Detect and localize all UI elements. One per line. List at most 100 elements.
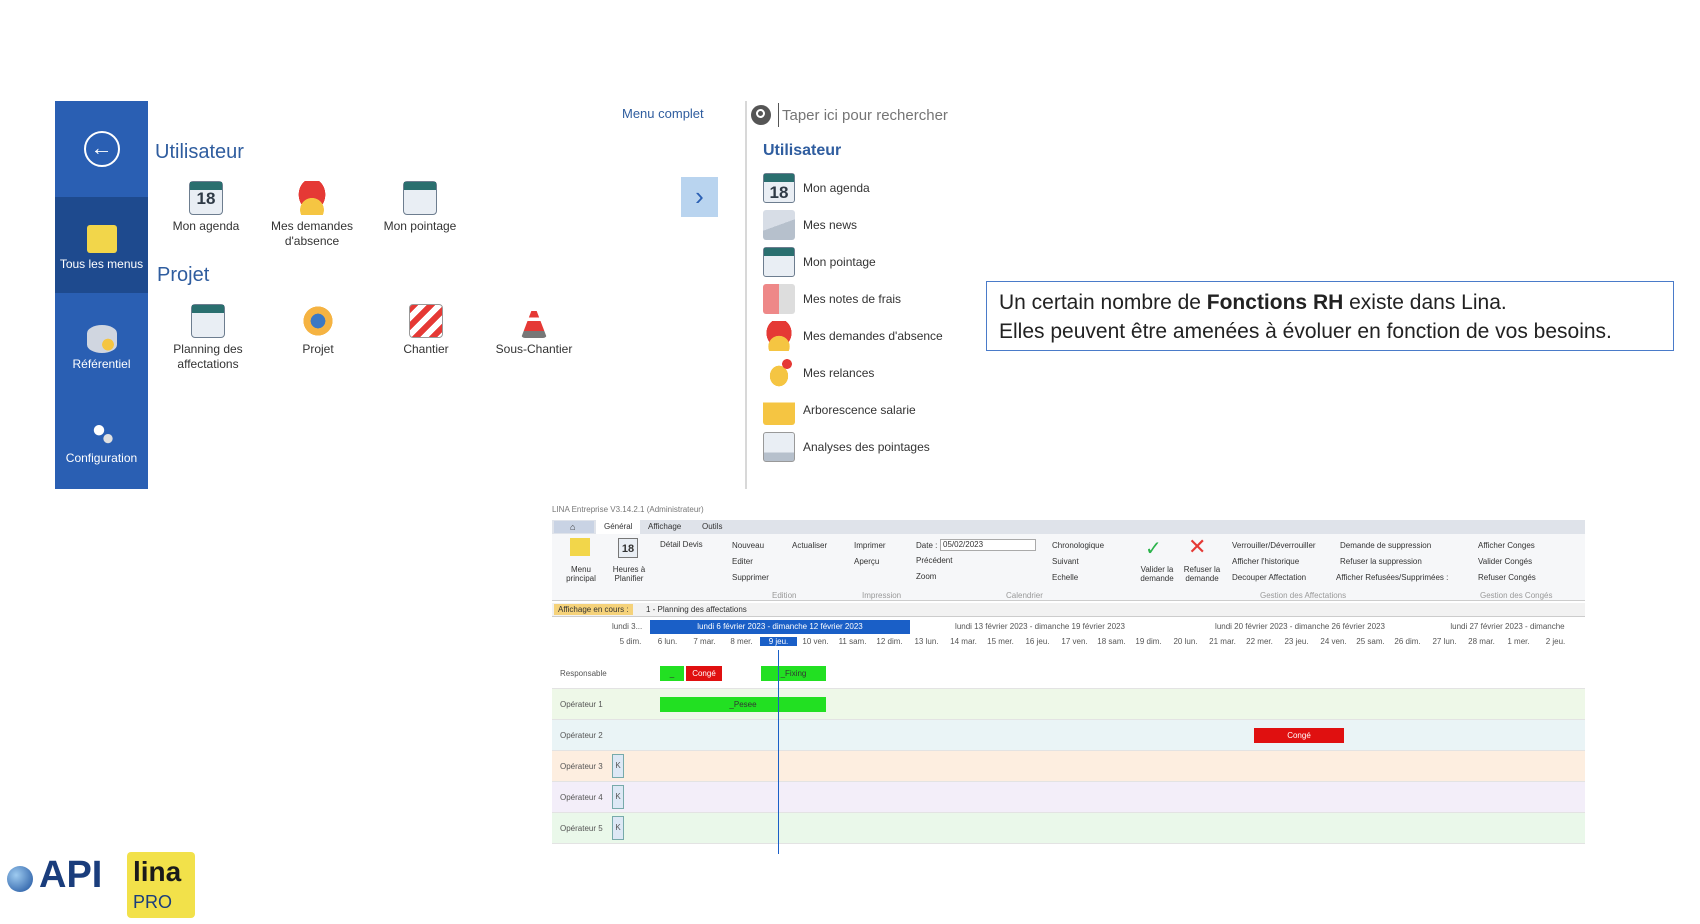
suivant-button[interactable]: Suivant	[1052, 557, 1079, 566]
nav-item-referentiel[interactable]: Référentiel	[55, 325, 148, 395]
day-header: 18 sam.	[1097, 637, 1126, 646]
week-header: lundi 27 février 2023 - dimanche	[1450, 622, 1565, 631]
info-callout: Un certain nombre de Fonctions RH existe…	[986, 281, 1674, 351]
group-label: Edition	[772, 591, 797, 600]
afficher-refusees-checkbox[interactable]: Afficher Refusées/Supprimées :	[1336, 573, 1448, 582]
actualiser-button[interactable]: Actualiser	[792, 541, 827, 550]
verrouiller-button[interactable]: Verrouiller/Déverrouiller	[1232, 541, 1316, 550]
search-result-mes-news[interactable]: Mes news	[763, 209, 857, 241]
day-header: 2 jeu.	[1545, 637, 1566, 646]
gantt-bar[interactable]: Congé	[686, 666, 722, 681]
day-header: 26 dim.	[1394, 637, 1421, 646]
search-result-mes-relances[interactable]: Mes relances	[763, 357, 874, 389]
resource-row: Opérateur 3 K	[552, 751, 1585, 782]
supprimer-button[interactable]: Supprimer	[732, 573, 769, 582]
historique-button[interactable]: Afficher l'historique	[1232, 557, 1299, 566]
gantt-chart: lundi 3... lundi 6 février 2023 - dimanch…	[552, 620, 1585, 854]
editer-button[interactable]: Editer	[732, 557, 753, 566]
resource-label: Opérateur 1	[560, 700, 603, 709]
chevron-right-icon: ›	[695, 181, 704, 211]
search-result-arborescence-salarie[interactable]: Arborescence salarie	[763, 394, 916, 426]
day-header: 7 mar.	[693, 637, 716, 646]
tab-general[interactable]: Général	[596, 520, 641, 534]
search-result-mon-agenda[interactable]: 18 Mon agenda	[763, 172, 870, 204]
gantt-bar[interactable]: Congé	[1254, 728, 1344, 743]
day-header: 17 ven.	[1061, 637, 1088, 646]
home-icon: ⌂	[570, 522, 576, 532]
tile-projet[interactable]: Projet	[278, 304, 358, 357]
nav-item-tous-les-menus[interactable]: Tous les menus	[55, 197, 148, 293]
expand-row-button[interactable]: K	[612, 785, 624, 809]
search-result-mes-notes-de-frais[interactable]: Mes notes de frais	[763, 283, 901, 315]
expand-row-button[interactable]: K	[612, 754, 624, 778]
gantt-bar[interactable]: _Fixing	[761, 666, 826, 681]
date-label: Date :	[916, 541, 938, 550]
tab-outils[interactable]: Outils	[702, 522, 722, 531]
analysis-chart-icon	[763, 432, 795, 462]
search-result-mon-pointage[interactable]: Mon pointage	[763, 246, 876, 278]
planning-calendar-icon	[191, 304, 225, 338]
day-header: 6 lun.	[657, 637, 678, 646]
day-header: 27 lun.	[1432, 637, 1457, 646]
demande-suppression-button[interactable]: Demande de suppression	[1340, 541, 1431, 550]
refuser-suppression-button[interactable]: Refuser la suppression	[1340, 557, 1422, 566]
imprimer-button[interactable]: Imprimer	[854, 541, 886, 550]
tile-mes-demandes-absence[interactable]: Mes demandes d'absence	[266, 181, 358, 249]
tile-mon-pointage[interactable]: Mon pointage	[378, 181, 462, 234]
day-header: 9 jeu.	[760, 637, 797, 646]
today-line	[778, 650, 779, 854]
tile-sous-chantier[interactable]: Sous-Chantier	[491, 304, 577, 357]
resource-label: Opérateur 3	[560, 762, 603, 771]
echelle-dropdown[interactable]: Echelle	[1052, 573, 1078, 582]
calendar-icon: 18	[763, 173, 795, 203]
envelope-download-icon	[763, 210, 795, 240]
decouper-button[interactable]: Decouper Affectation	[1232, 573, 1306, 582]
week-header: lundi 13 février 2023 - dimanche 19 févr…	[955, 622, 1125, 631]
folder-icon	[763, 395, 795, 425]
current-view-label: Affichage en cours :	[554, 604, 633, 615]
precedent-button[interactable]: Précédent	[916, 556, 952, 565]
day-header: 15 mer.	[987, 637, 1014, 646]
collapse-panel-button[interactable]: ›	[681, 177, 718, 217]
chronologique-dropdown[interactable]: Chronologique	[1052, 541, 1104, 550]
date-input[interactable]: 05/02/2023	[940, 539, 1036, 551]
search-section-title: Utilisateur	[763, 142, 842, 159]
expand-row-button[interactable]: K	[612, 816, 624, 840]
search-result-mes-demandes-absence[interactable]: Mes demandes d'absence	[763, 320, 943, 352]
search-result-analyses-pointages[interactable]: Analyses des pointages	[763, 431, 930, 463]
beach-umbrella-icon	[763, 321, 795, 351]
tile-chantier[interactable]: Chantier	[386, 304, 466, 357]
gantt-bar[interactable]: _Pesee	[660, 697, 826, 712]
tile-mon-agenda[interactable]: 18 Mon agenda	[166, 181, 246, 234]
afficher-conges-checkbox[interactable]: Afficher Conges	[1478, 541, 1535, 550]
expense-notes-icon	[763, 284, 795, 314]
menu-complet-link[interactable]: Menu complet	[622, 106, 704, 121]
refuser-demande-button[interactable]: Refuser la demande	[1182, 565, 1222, 583]
ribbon-tabs: ⌂ Général Affichage Outils	[552, 520, 1585, 534]
section-title-projet: Projet	[157, 264, 210, 286]
back-button[interactable]: ←	[55, 101, 148, 197]
valider-conges-button[interactable]: Valider Congés	[1478, 557, 1532, 566]
nouveau-button[interactable]: Nouveau	[732, 541, 764, 550]
current-view-value: 1 - Planning des affectations	[646, 605, 747, 614]
day-header: 11 sam.	[838, 637, 867, 646]
detail-devis-button[interactable]: Détail Devis	[660, 540, 703, 549]
zoom-dropdown[interactable]: Zoom	[916, 572, 936, 581]
home-tab[interactable]: ⌂	[554, 521, 594, 533]
day-header: 13 lun.	[914, 637, 939, 646]
gantt-bar[interactable]: _	[660, 666, 684, 681]
tab-affichage[interactable]: Affichage	[648, 522, 681, 531]
nav-item-configuration[interactable]: Configuration	[55, 419, 148, 489]
day-header: 1 mer.	[1507, 637, 1530, 646]
tile-planning-affectations[interactable]: Planning des affectations	[166, 304, 250, 372]
heures-planifier-button[interactable]: Heures à Planifier	[612, 565, 646, 583]
day-header: 14 mar.	[950, 637, 977, 646]
apercu-button[interactable]: Aperçu	[854, 557, 879, 566]
week-header: lundi 6 février 2023 - dimanche 12 févri…	[650, 620, 910, 634]
refuser-conges-button[interactable]: Refuser Congés	[1478, 573, 1536, 582]
search-input[interactable]	[778, 103, 978, 127]
left-nav: ← Tous les menus Référentiel Configurati…	[55, 101, 148, 489]
valider-demande-button[interactable]: Valider la demande	[1138, 565, 1176, 583]
resource-row: Opérateur 4 K	[552, 782, 1585, 813]
menu-principal-button[interactable]: Menu principal	[555, 565, 607, 583]
